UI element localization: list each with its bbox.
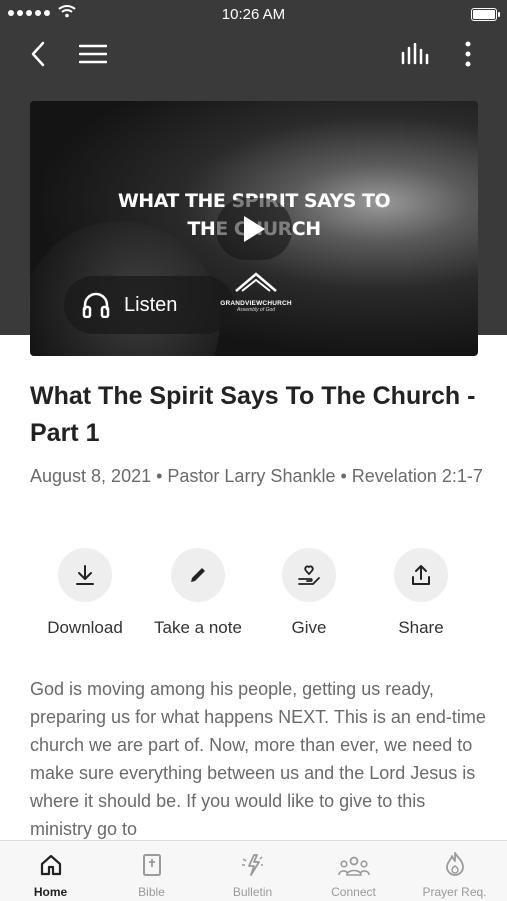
give-hand-icon <box>298 565 320 585</box>
tab-connect-label: Connect <box>331 885 376 899</box>
chevron-left-icon <box>31 41 45 67</box>
listen-button[interactable]: Listen <box>64 276 234 334</box>
headphones-icon <box>82 292 110 318</box>
download-icon <box>76 565 94 585</box>
tab-home-label: Home <box>33 885 68 899</box>
top-nav-bar <box>0 34 507 74</box>
status-bar: 10:26 AM <box>0 0 507 28</box>
download-label: Download <box>47 618 123 637</box>
menu-button[interactable] <box>76 38 110 70</box>
tab-bulletin-label: Bulletin <box>232 885 273 899</box>
sermon-meta: August 8, 2021 • Pastor Larry Shankle • … <box>30 466 483 486</box>
take-note-button[interactable]: Take a note <box>138 548 258 638</box>
sermon-video-player[interactable]: WHAT THE SPIRIT SAYS TO THE CHURCH Liste… <box>30 101 478 356</box>
tab-bible[interactable]: Bible <box>101 841 202 901</box>
give-circle <box>282 548 336 602</box>
church-logo-tagline: Assembly of God <box>236 307 276 313</box>
download-button[interactable]: Download <box>25 548 145 638</box>
take-note-circle <box>171 548 225 602</box>
tab-connect[interactable]: Connect <box>303 841 404 901</box>
status-time: 10:26 AM <box>221 6 286 23</box>
tab-prayer-requests-label: Prayer Req. <box>422 885 487 899</box>
back-button[interactable] <box>22 38 54 70</box>
flame-icon <box>445 852 464 876</box>
battery-icon <box>471 8 500 21</box>
share-circle <box>394 548 448 602</box>
give-button[interactable]: Give <box>249 548 369 638</box>
take-note-label: Take a note <box>154 618 242 637</box>
play-icon <box>244 216 265 242</box>
give-label: Give <box>291 618 327 637</box>
bottom-tab-bar: Home Bible Bulletin Connect Prayer Req. <box>0 840 507 901</box>
home-icon <box>40 854 61 876</box>
tab-home[interactable]: Home <box>0 841 101 901</box>
listen-label: Listen <box>124 293 178 316</box>
download-circle <box>58 548 112 602</box>
more-options-button[interactable] <box>452 38 484 70</box>
church-logo-name: GRANDVIEWCHURCH <box>220 300 292 307</box>
church-logo: GRANDVIEWCHURCH Assembly of God <box>216 271 296 321</box>
pencil-icon <box>191 568 205 582</box>
play-button[interactable] <box>216 198 292 260</box>
audio-levels-button[interactable] <box>396 38 434 70</box>
share-label: Share <box>398 618 444 637</box>
tab-bulletin[interactable]: Bulletin <box>202 841 303 901</box>
bible-icon <box>142 854 161 876</box>
more-vertical-icon <box>465 41 471 67</box>
tab-bible-label: Bible <box>138 885 165 899</box>
tab-prayer-requests[interactable]: Prayer Req. <box>404 841 505 901</box>
church-logo-mark <box>235 272 277 292</box>
sermon-title: What The Spirit Says To The Church - Par… <box>30 382 476 447</box>
equalizer-icon <box>401 43 429 65</box>
hamburger-icon <box>79 44 107 64</box>
bulletin-icon <box>241 854 263 876</box>
connect-icon <box>337 856 370 876</box>
share-icon <box>412 565 430 585</box>
share-button[interactable]: Share <box>361 548 481 638</box>
sermon-description: God is moving among his people, getting … <box>30 679 486 839</box>
